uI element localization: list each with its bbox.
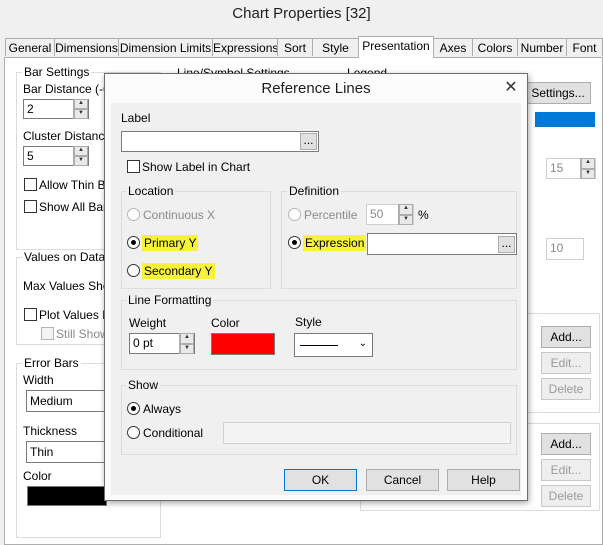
tab-number[interactable]: Number xyxy=(517,38,567,56)
thickness-label: Thickness xyxy=(23,424,78,438)
bar-distance-label: Bar Distance (-6 - xyxy=(23,82,118,96)
tab-font[interactable]: Font xyxy=(566,38,603,56)
percentile-label: Percentile xyxy=(304,208,358,222)
percentile-radio[interactable] xyxy=(288,208,301,221)
secondary-y-label: Secondary Y xyxy=(142,263,215,279)
solid-line-icon xyxy=(300,345,338,346)
still-show-checkbox[interactable] xyxy=(41,327,54,340)
show-group xyxy=(121,385,517,455)
weight-label: Weight xyxy=(129,316,167,330)
plot-values-checkbox[interactable] xyxy=(24,308,37,321)
expression-edit-button[interactable]: ... xyxy=(498,236,515,253)
percentile-spinner[interactable]: ▲ ▼ xyxy=(398,204,413,225)
primary-y-label: Primary Y xyxy=(142,235,199,251)
secondary-y-radio[interactable] xyxy=(127,264,140,277)
tab-dimensions[interactable]: Dimensions xyxy=(54,38,119,56)
width-label: Width xyxy=(23,373,54,387)
legend-settings-button[interactable]: Settings... xyxy=(525,82,591,104)
add-text-button[interactable]: Add... xyxy=(541,433,591,455)
line-color-swatch[interactable] xyxy=(211,333,275,355)
error-bars-label: Error Bars xyxy=(22,356,81,370)
always-radio[interactable] xyxy=(127,402,140,415)
tab-presentation[interactable]: Presentation xyxy=(358,36,434,58)
window-title: Chart Properties [32] xyxy=(0,0,603,36)
expression-input[interactable] xyxy=(367,233,517,255)
conditional-radio[interactable] xyxy=(127,426,140,439)
allow-thin-bars-checkbox[interactable] xyxy=(24,178,37,191)
weight-spinner[interactable]: ▲ ▼ xyxy=(179,333,194,354)
edit-text-button[interactable]: Edit... xyxy=(541,459,591,481)
line-formatting-label: Line Formatting xyxy=(126,293,214,307)
plot-values-label: Plot Values In xyxy=(39,308,113,322)
chevron-down-icon: ⌄ xyxy=(358,338,367,349)
tab-axes[interactable]: Axes xyxy=(433,38,473,56)
cancel-button[interactable]: Cancel xyxy=(366,469,439,491)
conditional-input[interactable] xyxy=(223,422,511,444)
delete-text-button[interactable]: Delete xyxy=(541,485,591,507)
expression-label: Expression xyxy=(303,235,367,251)
tab-sort[interactable]: Sort xyxy=(277,38,313,56)
edit-reference-line-button[interactable]: Edit... xyxy=(541,352,591,374)
legend-selected-item xyxy=(535,112,595,127)
bar-distance-spinner[interactable]: ▲ ▼ xyxy=(73,99,88,119)
thickness-select[interactable]: Thin xyxy=(26,441,106,463)
show-label-in-chart-checkbox[interactable] xyxy=(127,160,140,173)
width-select[interactable]: Medium xyxy=(26,390,106,412)
font-size-spinner[interactable]: ▲ ▼ xyxy=(580,158,595,179)
dialog-body: Label ... Show Label in Chart Location C… xyxy=(111,103,521,495)
location-label: Location xyxy=(126,184,176,198)
still-show-label: Still Show xyxy=(56,327,109,341)
definition-label: Definition xyxy=(287,184,342,198)
color-label: Color xyxy=(211,316,240,330)
label-expression-button[interactable]: ... xyxy=(300,133,317,150)
help-button[interactable]: Help xyxy=(447,469,520,491)
tab-expressions[interactable]: Expressions xyxy=(212,38,278,56)
dialog-title: Reference Lines xyxy=(105,74,527,104)
percent-sign: % xyxy=(418,208,429,222)
ok-button[interactable]: OK xyxy=(284,469,357,491)
show-all-bars-label: Show All Bars xyxy=(39,200,114,214)
add-reference-line-button[interactable]: Add... xyxy=(541,326,591,348)
tab-dimension-limits[interactable]: Dimension Limits xyxy=(118,38,213,56)
tab-colors[interactable]: Colors xyxy=(472,38,518,56)
show-label: Show xyxy=(126,378,161,392)
tab-style[interactable]: Style xyxy=(312,38,359,56)
tab-general[interactable]: General xyxy=(5,38,55,56)
conditional-label: Conditional xyxy=(143,426,204,440)
error-color-swatch[interactable] xyxy=(27,486,107,506)
reference-lines-dialog: Reference Lines ✕ Label ... Show Label i… xyxy=(104,73,528,501)
line-style-select[interactable]: ⌄ xyxy=(294,333,373,357)
delete-reference-line-button[interactable]: Delete xyxy=(541,378,591,400)
show-all-bars-checkbox[interactable] xyxy=(24,200,37,213)
continuous-x-radio[interactable] xyxy=(127,208,140,221)
error-color-label: Color xyxy=(23,469,52,483)
label-section-label: Label xyxy=(121,111,151,125)
close-icon[interactable]: ✕ xyxy=(501,78,521,98)
cluster-distance-spinner[interactable]: ▲ ▼ xyxy=(73,146,88,166)
show-label-in-chart-label: Show Label in Chart xyxy=(142,160,251,174)
label-input[interactable] xyxy=(121,131,319,152)
tab-bar: General Dimensions Dimension Limits Expr… xyxy=(0,36,603,58)
always-label: Always xyxy=(143,402,182,416)
value-10-input: 10 xyxy=(546,238,584,260)
bar-settings-label: Bar Settings xyxy=(22,65,92,79)
style-label: Style xyxy=(295,315,322,329)
continuous-x-label: Continuous X xyxy=(143,208,216,222)
primary-y-radio[interactable] xyxy=(127,236,140,249)
expression-radio[interactable] xyxy=(288,236,301,249)
